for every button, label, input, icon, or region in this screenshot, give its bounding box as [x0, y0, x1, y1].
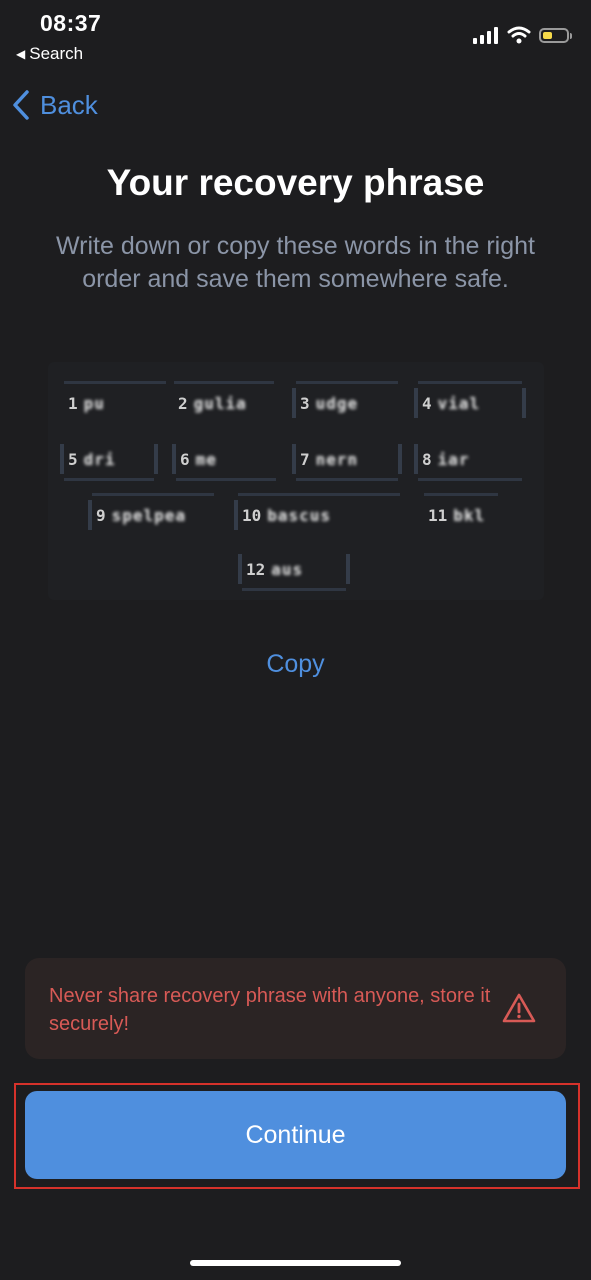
back-to-app-link[interactable]: ◀ Search — [16, 44, 83, 64]
phrase-word: 2 gulia — [170, 381, 278, 422]
phrase-word: 12 aus — [238, 550, 350, 591]
page-subtitle: Write down or copy these words in the ri… — [56, 232, 535, 293]
back-app-label: Search — [29, 44, 84, 63]
cellular-signal-icon — [473, 26, 498, 44]
back-button[interactable]: Back — [12, 85, 98, 125]
wifi-icon — [507, 26, 531, 44]
warning-text: Never share recovery phrase with anyone,… — [49, 985, 491, 1035]
phrase-word: 9 spelpea — [88, 493, 218, 534]
copy-button[interactable]: Copy — [0, 650, 591, 679]
warning-triangle-icon — [502, 993, 536, 1023]
status-icons — [473, 26, 572, 44]
back-button-label: Back — [40, 89, 98, 120]
recovery-phrase-grid[interactable]: 1 pu 2 gulia 3 udge 4 vial 5 dri 6 me 7 nern 8i… — [48, 362, 544, 600]
back-triangle-icon: ◀ — [16, 47, 26, 61]
battery-icon — [539, 27, 572, 43]
page-title: Your recovery phrase — [106, 162, 485, 203]
home-indicator[interactable] — [190, 1260, 401, 1266]
phrase-word: 4 vial — [414, 381, 526, 422]
chevron-left-icon — [13, 90, 29, 120]
phrase-word: 3 udge — [292, 381, 402, 422]
phrase-word: 10 bascus — [234, 493, 404, 534]
status-time: 08:37 — [40, 10, 102, 36]
security-warning: Never share recovery phrase with anyone,… — [25, 958, 566, 1059]
phrase-word: 1 pu — [60, 381, 170, 422]
status-bar: 08:37 ◀ Search — [0, 0, 591, 70]
phrase-word: 7 nern — [292, 440, 402, 481]
phrase-word: 5 dri — [60, 440, 158, 481]
phrase-word: 8 iar — [414, 440, 526, 481]
phrase-word: 6 me — [172, 440, 280, 481]
continue-button[interactable]: Continue — [25, 1091, 566, 1179]
phrase-word: 11 bkl — [420, 493, 502, 534]
